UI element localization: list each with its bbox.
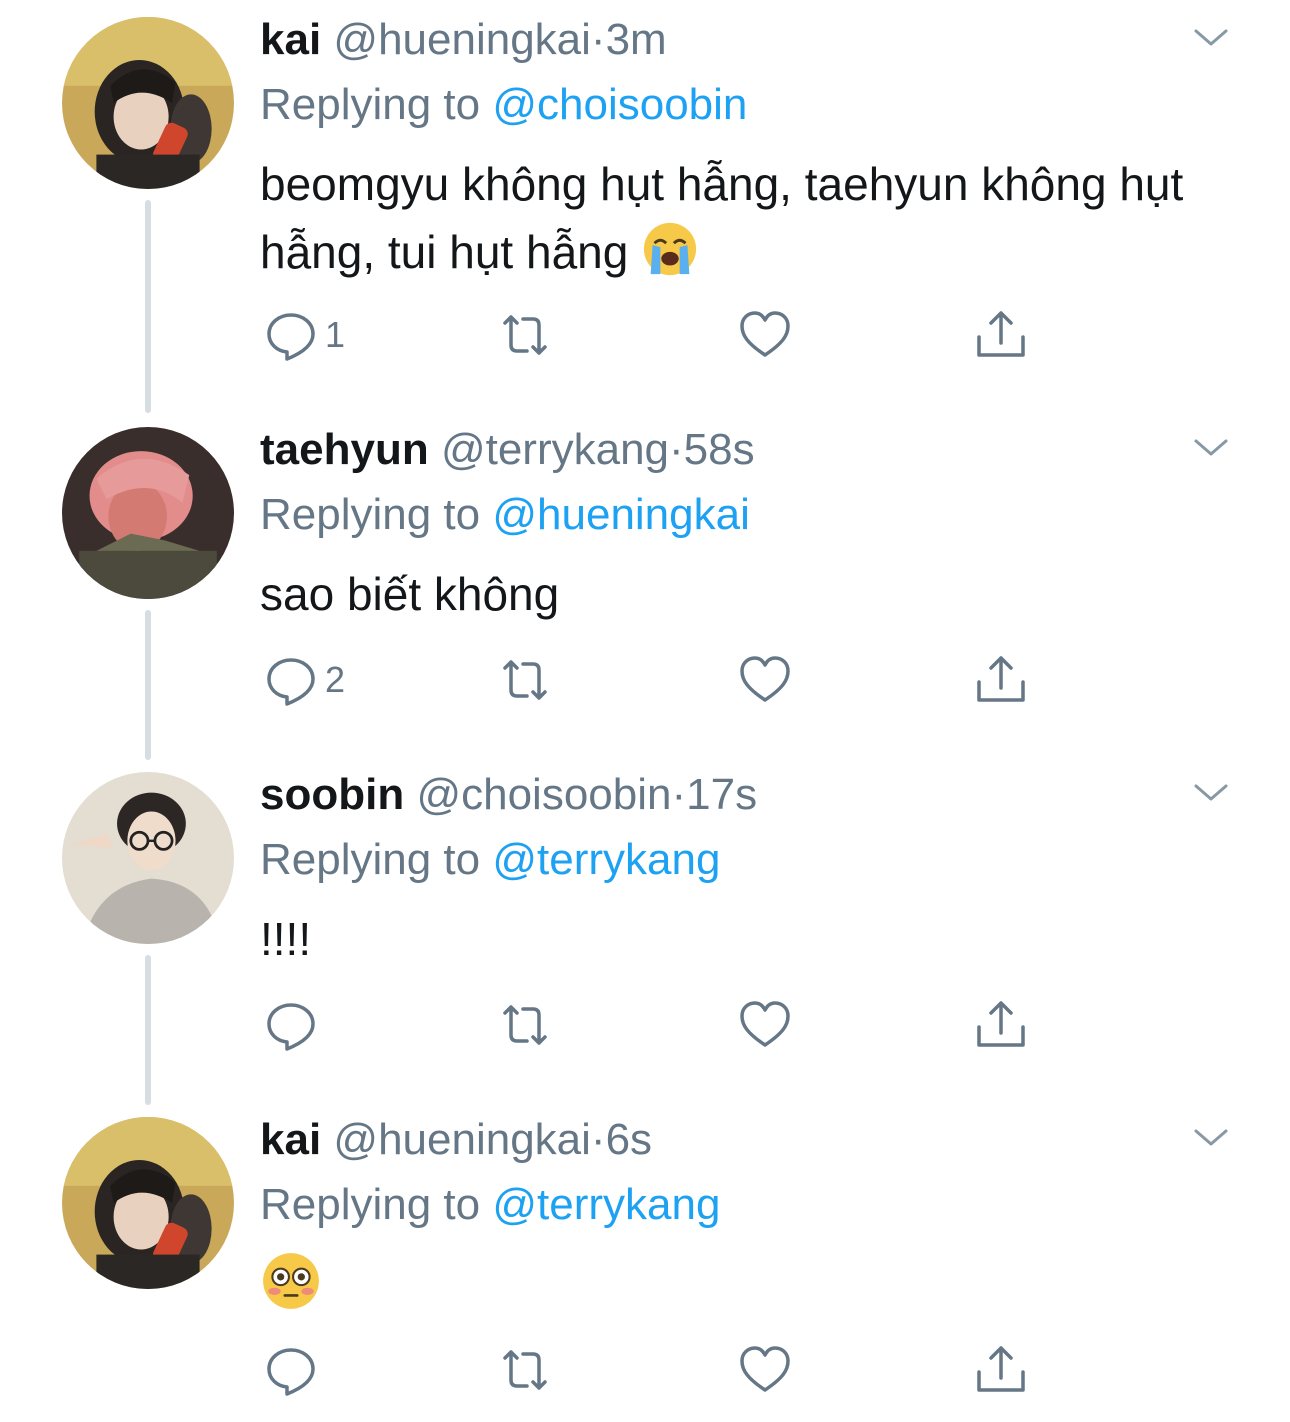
like-button[interactable]	[737, 650, 793, 710]
replying-prefix: Replying to	[260, 835, 493, 884]
chevron-down-icon[interactable]	[1188, 777, 1234, 807]
timestamp[interactable]: 58s	[684, 425, 755, 474]
share-icon	[977, 311, 1025, 357]
like-icon	[740, 1346, 790, 1392]
chevron-down-icon[interactable]	[1188, 432, 1234, 462]
reply-button[interactable]	[263, 995, 325, 1055]
timestamp[interactable]: 3m	[606, 15, 667, 64]
retweet-icon	[503, 315, 547, 355]
share-button[interactable]	[973, 305, 1029, 365]
retweet-button[interactable]	[497, 305, 553, 365]
mention-link[interactable]: @choisoobin	[492, 80, 747, 129]
kai-avatar-image	[62, 17, 234, 189]
tweet-text-content: !!!!	[260, 913, 312, 965]
share-button[interactable]	[973, 650, 1029, 710]
kai-avatar-image	[62, 1117, 234, 1289]
retweet-button[interactable]	[497, 995, 553, 1055]
user-handle[interactable]: @hueningkai	[333, 15, 591, 64]
user-handle[interactable]: @choisoobin	[416, 770, 671, 819]
mention-link[interactable]: @terrykang	[492, 835, 720, 884]
reply-icon	[267, 1348, 315, 1396]
tweet-actions	[0, 1340, 1290, 1410]
tweet[interactable]: soobin @choisoobin·17s Replying to @terr…	[0, 755, 1290, 1100]
tweet-actions: 1	[0, 305, 1290, 375]
mention-link[interactable]: @hueningkai	[492, 490, 750, 539]
tweet-text-content: beomgyu không hụt hẫng, taehyun không hụ…	[260, 158, 1184, 278]
separator-dot: ·	[669, 425, 684, 474]
display-name[interactable]: soobin	[260, 770, 404, 819]
flushed-face-icon	[263, 1253, 319, 1309]
replying-to: Replying to @choisoobin	[260, 80, 747, 130]
replying-to: Replying to @hueningkai	[260, 490, 750, 540]
share-button[interactable]	[973, 1340, 1029, 1400]
timestamp[interactable]: 6s	[606, 1115, 652, 1164]
retweet-icon	[503, 1350, 547, 1390]
like-button[interactable]	[737, 305, 793, 365]
reply-button[interactable]: 2	[263, 650, 345, 710]
retweet-icon	[503, 660, 547, 700]
reply-button[interactable]: 1	[263, 305, 345, 365]
taehyun-avatar-image	[62, 427, 234, 599]
reply-icon	[267, 313, 315, 361]
avatar[interactable]	[62, 1117, 234, 1289]
chevron-down-icon[interactable]	[1188, 22, 1234, 52]
separator-dot: ·	[671, 770, 687, 819]
reply-icon	[267, 658, 315, 706]
share-icon	[977, 656, 1025, 702]
tweet-text: beomgyu không hụt hẫng, taehyun không hụ…	[260, 150, 1220, 286]
tweet-actions: 2	[0, 650, 1290, 720]
like-button[interactable]	[737, 1340, 793, 1400]
tweet[interactable]: taehyun @terrykang·58s Replying to @huen…	[0, 410, 1290, 755]
tweet-text: sao biết không	[260, 560, 1220, 628]
avatar[interactable]	[62, 427, 234, 599]
tweet-actions	[0, 995, 1290, 1065]
display-name[interactable]: kai	[260, 15, 321, 64]
soobin-avatar-image	[62, 772, 234, 944]
separator-dot: ·	[590, 1115, 606, 1164]
user-handle[interactable]: @hueningkai	[333, 1115, 591, 1164]
avatar[interactable]	[62, 17, 234, 189]
tweet-text-content: sao biết không	[260, 568, 560, 620]
share-button[interactable]	[973, 995, 1029, 1055]
reply-count: 2	[325, 659, 346, 700]
tweet-text: !!!!	[260, 905, 1220, 973]
reply-button[interactable]	[263, 1340, 325, 1400]
tweet[interactable]: kai @hueningkai·3m Replying to @choisoob…	[0, 0, 1290, 361]
replying-prefix: Replying to	[260, 80, 493, 129]
share-icon	[977, 1001, 1025, 1047]
replying-prefix: Replying to	[260, 490, 493, 539]
display-name[interactable]: kai	[260, 1115, 321, 1164]
mention-link[interactable]: @terrykang	[492, 1180, 720, 1229]
avatar[interactable]	[62, 772, 234, 944]
retweet-button[interactable]	[497, 650, 553, 710]
replying-to: Replying to @terrykang	[260, 835, 720, 885]
reply-icon	[267, 1003, 315, 1051]
like-icon	[740, 311, 790, 357]
tweet-text	[260, 1250, 1220, 1320]
share-icon	[977, 1346, 1025, 1392]
separator-dot: ·	[590, 15, 606, 64]
like-button[interactable]	[737, 995, 793, 1055]
replying-to: Replying to @terrykang	[260, 1180, 720, 1230]
replying-prefix: Replying to	[260, 1180, 493, 1229]
loudly-crying-face-icon	[644, 222, 697, 276]
user-handle[interactable]: @terrykang	[441, 425, 669, 474]
tweet[interactable]: kai @hueningkai·6s Replying to @terrykan…	[0, 1100, 1290, 1422]
like-icon	[740, 1001, 790, 1047]
like-icon	[740, 656, 790, 702]
retweet-button[interactable]	[497, 1340, 553, 1400]
timestamp[interactable]: 17s	[686, 770, 757, 819]
reply-count: 1	[325, 314, 346, 355]
display-name[interactable]: taehyun	[260, 425, 429, 474]
chevron-down-icon[interactable]	[1188, 1122, 1234, 1152]
retweet-icon	[503, 1005, 547, 1045]
